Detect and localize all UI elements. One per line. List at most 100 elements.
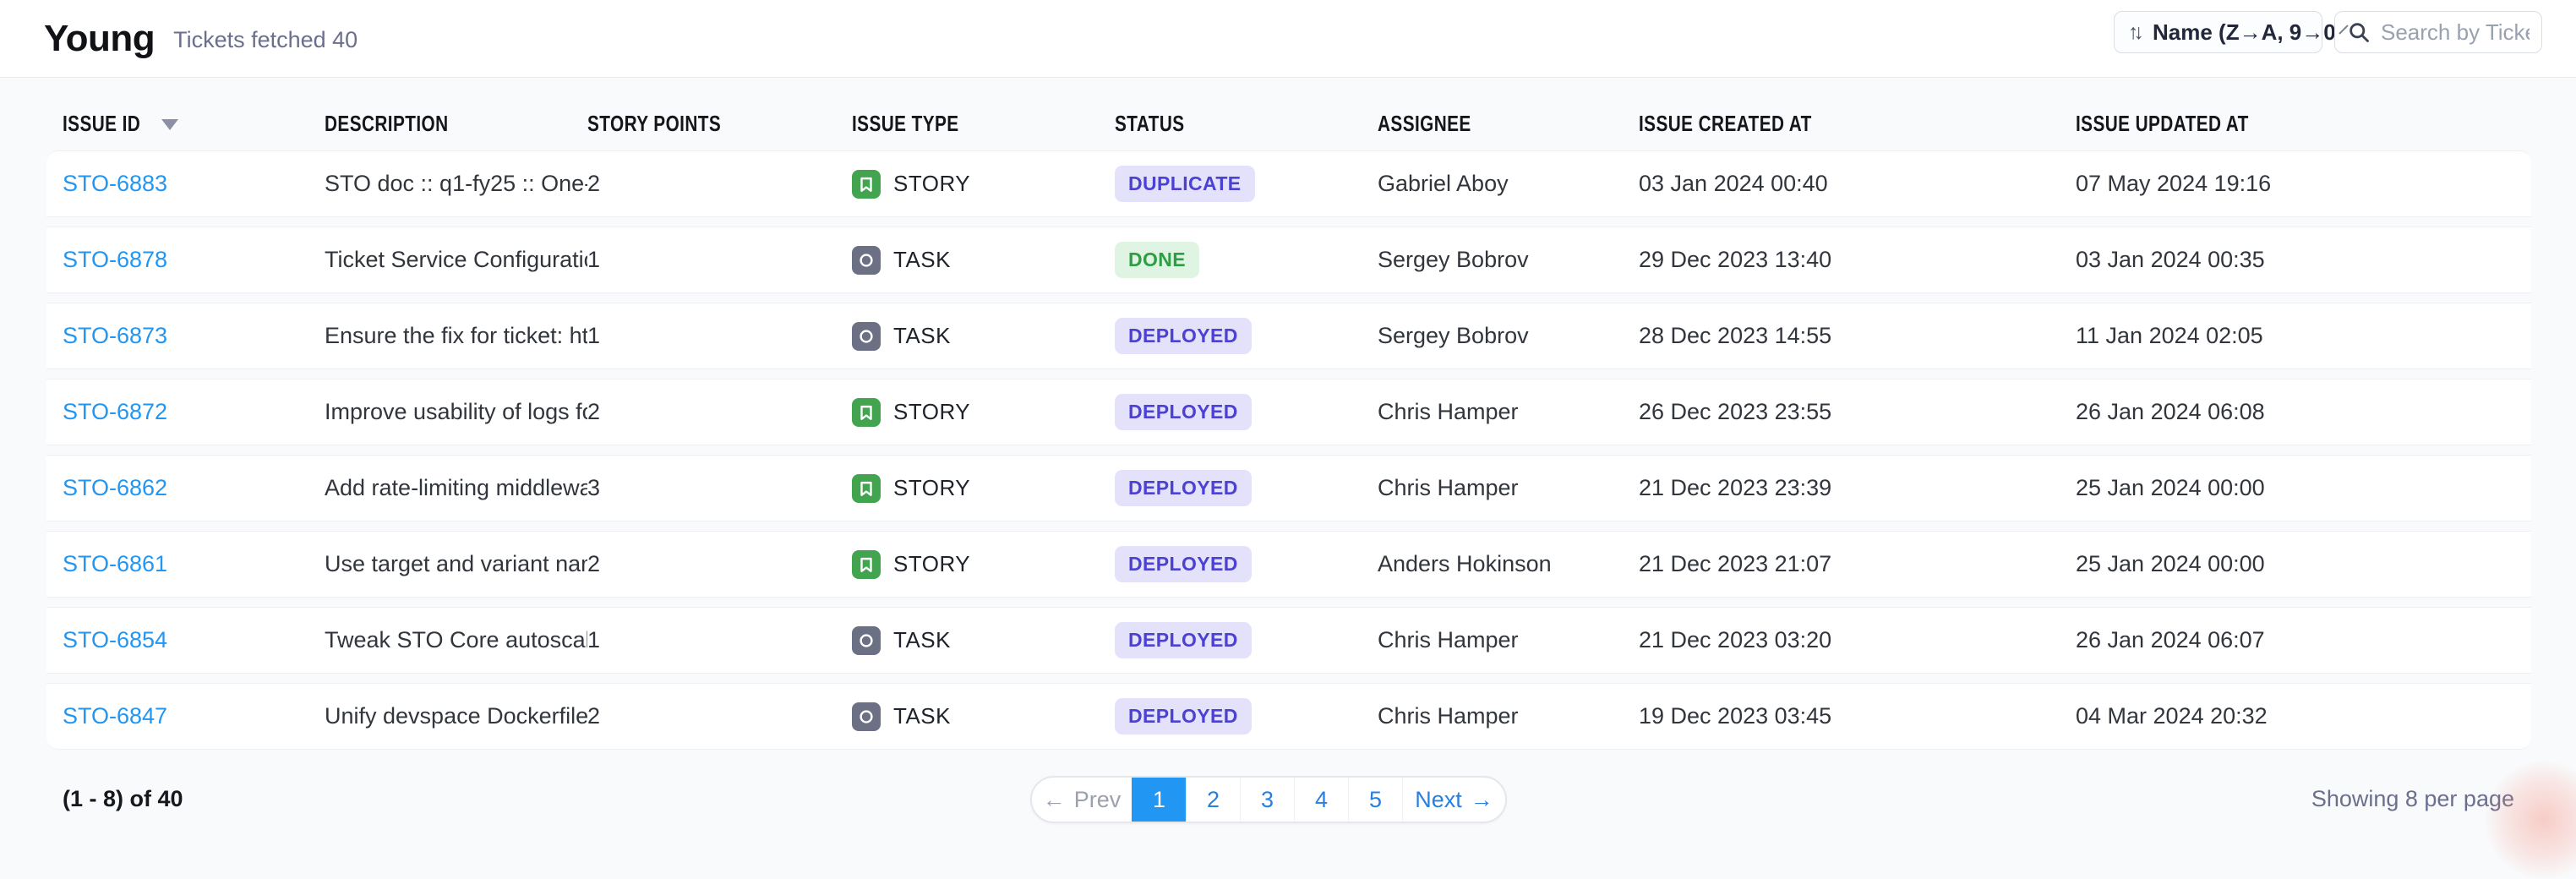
status-badge: DEPLOYED: [1115, 318, 1252, 354]
issue-type-label: TASK: [893, 627, 951, 653]
assignee-cell: Chris Hamper: [1378, 475, 1639, 501]
prev-page-button[interactable]: ← Prev: [1032, 778, 1132, 822]
story-bookmark-icon: [852, 170, 881, 199]
issue-id-link[interactable]: STO-6854: [63, 627, 167, 652]
story-points-cell: 2: [587, 399, 852, 425]
top-bar: Young Tickets fetched 40 ↑↓ Name (Z→A, 9…: [0, 0, 2576, 78]
page-button-2[interactable]: 2: [1186, 778, 1240, 822]
assignee-cell: Chris Hamper: [1378, 399, 1639, 425]
column-header-assignee[interactable]: ASSIGNEE: [1378, 111, 1639, 137]
issue-type-cell: STORY: [852, 398, 1115, 427]
prev-arrow-icon: ←: [1043, 787, 1066, 813]
created-at-cell: 19 Dec 2023 03:45: [1639, 703, 2076, 729]
assignee-cell: Sergey Bobrov: [1378, 247, 1639, 273]
paginator: ← Prev 12345 Next →: [1030, 776, 1507, 823]
next-page-button[interactable]: Next →: [1402, 778, 1505, 822]
search-box: [2334, 11, 2542, 53]
table-row: STO-6862 Add rate-limiting middleware to…: [46, 455, 2531, 521]
status-badge: DONE: [1115, 242, 1199, 278]
updated-at-cell: 26 Jan 2024 06:07: [2076, 627, 2531, 653]
table-row: STO-6878 Ticket Service Configuration 1 …: [46, 227, 2531, 293]
story-points-cell: 1: [587, 627, 852, 653]
assignee-cell: Gabriel Aboy: [1378, 171, 1639, 197]
issue-id-link[interactable]: STO-6872: [63, 399, 167, 424]
assignee-cell: Chris Hamper: [1378, 627, 1639, 653]
task-circle-icon: [852, 322, 881, 351]
issue-id-link[interactable]: STO-6861: [63, 551, 167, 576]
decorative-blob: [2485, 761, 2576, 879]
table-row: STO-6873 Ensure the fix for ticket: http…: [46, 303, 2531, 369]
created-at-cell: 21 Dec 2023 21:07: [1639, 551, 2076, 577]
table-row: STO-6872 Improve usability of logs for f…: [46, 379, 2531, 445]
issue-type-label: TASK: [893, 247, 951, 273]
column-header-issue-type[interactable]: ISSUE TYPE: [852, 111, 1115, 137]
table-row: STO-6847 Unify devspace Dockerfile build…: [46, 683, 2531, 750]
page-button-1[interactable]: 1: [1132, 778, 1186, 822]
issue-type-label: TASK: [893, 703, 951, 729]
story-bookmark-icon: [852, 550, 881, 579]
story-points-cell: 1: [587, 247, 852, 273]
issue-type-cell: STORY: [852, 474, 1115, 503]
story-points-cell: 3: [587, 475, 852, 501]
created-at-cell: 21 Dec 2023 23:39: [1639, 475, 2076, 501]
status-badge: DEPLOYED: [1115, 622, 1252, 658]
assignee-cell: Chris Hamper: [1378, 703, 1639, 729]
created-at-cell: 28 Dec 2023 14:55: [1639, 323, 2076, 349]
issue-type-cell: STORY: [852, 170, 1115, 199]
next-arrow-icon: →: [1471, 787, 1493, 813]
description-cell: Add rate-limiting middleware to S...: [325, 475, 587, 501]
status-badge: DEPLOYED: [1115, 546, 1252, 582]
updated-at-cell: 07 May 2024 19:16: [2076, 171, 2531, 197]
issue-type-cell: TASK: [852, 626, 1115, 655]
issue-id-link[interactable]: STO-6873: [63, 323, 167, 348]
story-bookmark-icon: [852, 398, 881, 427]
column-header-issue-created-at[interactable]: ISSUE CREATED AT: [1639, 111, 2076, 137]
issue-id-link[interactable]: STO-6847: [63, 703, 167, 729]
issue-type-label: STORY: [893, 399, 970, 425]
status-badge: DEPLOYED: [1115, 698, 1252, 734]
column-header-issue-updated-at[interactable]: ISSUE UPDATED AT: [2076, 111, 2531, 137]
issue-id-link[interactable]: STO-6862: [63, 475, 167, 500]
table-row: STO-6854 Tweak STO Core autoscaling par.…: [46, 607, 2531, 674]
issue-id-link[interactable]: STO-6878: [63, 247, 167, 272]
issue-type-cell: STORY: [852, 550, 1115, 579]
story-bookmark-icon: [852, 474, 881, 503]
description-cell: Improve usability of logs for failur...: [325, 399, 587, 425]
updated-at-cell: 03 Jan 2024 00:35: [2076, 247, 2531, 273]
status-badge: DUPLICATE: [1115, 166, 1255, 202]
assignee-cell: Anders Hokinson: [1378, 551, 1639, 577]
search-input[interactable]: [2381, 19, 2530, 46]
sort-selected-option: Name (Z→A, 9→0): [2153, 19, 2343, 46]
updated-at-cell: 11 Jan 2024 02:05: [2076, 323, 2531, 349]
description-cell: Unify devspace Dockerfile build: [325, 703, 587, 729]
issue-type-cell: TASK: [852, 702, 1115, 731]
created-at-cell: 26 Dec 2023 23:55: [1639, 399, 2076, 425]
created-at-cell: 03 Jan 2024 00:40: [1639, 171, 2076, 197]
updated-at-cell: 04 Mar 2024 20:32: [2076, 703, 2531, 729]
description-cell: Tweak STO Core autoscaling par...: [325, 627, 587, 653]
page-button-3[interactable]: 3: [1240, 778, 1294, 822]
sort-dropdown[interactable]: ↑↓ Name (Z→A, 9→0): [2114, 11, 2322, 53]
sort-arrows-icon: ↑↓: [2128, 20, 2139, 45]
tickets-fetched-count: Tickets fetched 40: [173, 27, 357, 53]
issue-type-cell: TASK: [852, 322, 1115, 351]
issue-type-label: STORY: [893, 551, 970, 577]
page-button-5[interactable]: 5: [1348, 778, 1402, 822]
assignee-cell: Sergey Bobrov: [1378, 323, 1639, 349]
issue-type-cell: TASK: [852, 246, 1115, 275]
column-header-story-points[interactable]: STORY POINTS: [587, 111, 852, 137]
issue-type-label: STORY: [893, 171, 970, 197]
task-circle-icon: [852, 246, 881, 275]
table-row: STO-6861 Use target and variant name sea…: [46, 531, 2531, 598]
task-circle-icon: [852, 626, 881, 655]
updated-at-cell: 25 Jan 2024 00:00: [2076, 475, 2531, 501]
description-cell: STO doc :: q1-fy25 :: One-click e...: [325, 171, 587, 197]
status-badge: DEPLOYED: [1115, 394, 1252, 430]
column-header-issue-id[interactable]: ISSUE ID: [63, 111, 325, 137]
story-points-cell: 2: [587, 171, 852, 197]
column-header-description[interactable]: DESCRIPTION: [325, 111, 587, 137]
page-button-4[interactable]: 4: [1294, 778, 1348, 822]
description-cell: Ticket Service Configuration: [325, 247, 587, 273]
issue-id-link[interactable]: STO-6883: [63, 171, 167, 196]
column-header-status[interactable]: STATUS: [1115, 111, 1378, 137]
